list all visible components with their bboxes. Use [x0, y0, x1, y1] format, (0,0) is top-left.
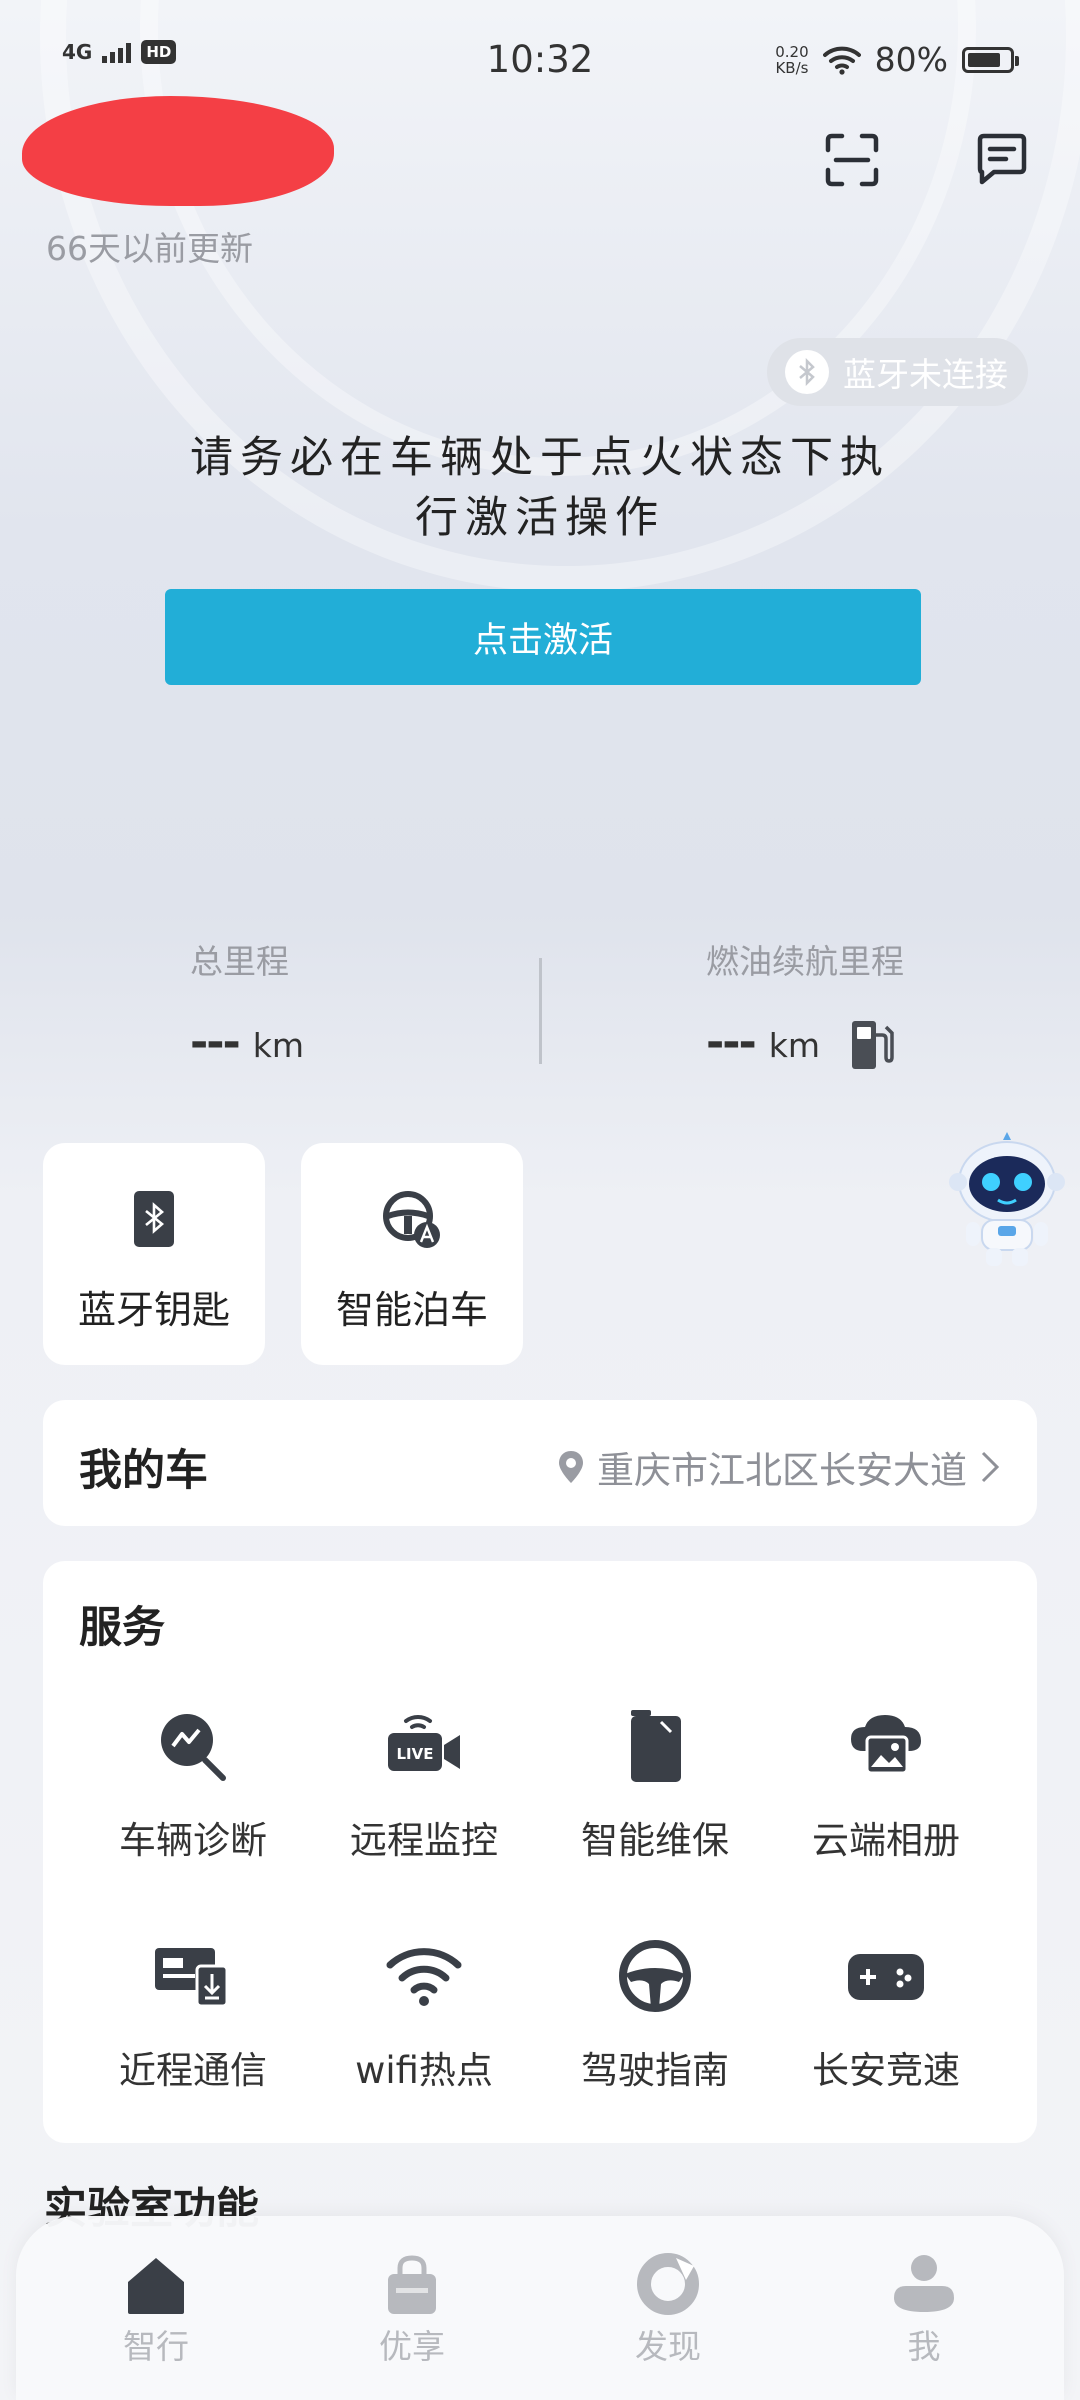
live-camera-icon: LIVE	[386, 1706, 462, 1786]
svg-text:LIVE: LIVE	[397, 1745, 434, 1763]
maintenance-icon	[625, 1706, 685, 1786]
bluetooth-key-icon	[132, 1187, 176, 1251]
activation-message-line2: 行激活操作	[415, 493, 665, 543]
total-mileage-value-row: --- km	[190, 1017, 304, 1068]
total-mileage-label: 总里程	[190, 942, 289, 981]
fuel-pump-icon	[852, 1021, 894, 1069]
total-mileage: 总里程 --- km	[190, 935, 304, 1068]
service-smart-maintenance[interactable]: 智能维保	[540, 1706, 770, 1864]
steering-wheel-icon	[617, 1936, 693, 2016]
update-time: 66天以前更新	[46, 229, 253, 268]
my-car-title: 我的车	[79, 1446, 208, 1496]
profile-icon	[892, 2250, 956, 2316]
nav-enjoy[interactable]: 优享	[332, 2250, 492, 2368]
mileage-divider	[539, 958, 542, 1064]
status-right: 0.20 KB/s 80%	[775, 40, 1019, 79]
service-label: 智能维保	[581, 1819, 729, 1862]
shopping-bag-icon	[384, 2250, 440, 2316]
my-car-card[interactable]: 我的车 重庆市江北区长安大道	[43, 1400, 1037, 1526]
nav-label: 发现	[635, 2327, 701, 2366]
battery-fill	[968, 52, 1000, 67]
services-title: 服务	[79, 1603, 165, 1653]
cloud-album-icon	[847, 1706, 925, 1786]
mileage-panel: 总里程 --- km 燃油续航里程 --- km	[0, 935, 1080, 1075]
battery-percent: 80%	[874, 40, 948, 79]
discover-icon	[636, 2250, 700, 2316]
network-speed: 0.20 KB/s	[775, 44, 808, 76]
redaction-mark	[22, 96, 334, 206]
message-icon[interactable]	[972, 130, 1032, 190]
speed-unit: KB/s	[775, 58, 809, 77]
fuel-range-value-row: --- km	[706, 1017, 904, 1073]
bluetooth-status-badge[interactable]: 蓝牙未连接	[767, 338, 1028, 406]
bottom-navigation: 智行 优享 发现 我	[16, 2216, 1064, 2400]
diagnosis-icon	[155, 1706, 231, 1786]
service-label: 近程通信	[119, 2049, 267, 2092]
service-label: wifi热点	[355, 2049, 493, 2092]
total-mileage-value: ---	[190, 1017, 241, 1068]
bluetooth-key-tile[interactable]: 蓝牙钥匙	[43, 1143, 265, 1365]
service-changan-racing[interactable]: 长安竞速	[771, 1936, 1001, 2094]
service-wifi-hotspot[interactable]: wifi热点	[309, 1936, 539, 2094]
scan-icon[interactable]	[822, 130, 882, 190]
wifi-status-icon	[822, 46, 861, 75]
services-card: 服务 车辆诊断 LIVE 远程监控 智能维保 云端相册 近程通信 wifi热点 …	[43, 1561, 1037, 2143]
steering-wheel-auto-icon	[381, 1187, 443, 1251]
home-icon	[124, 2250, 188, 2316]
service-label: 车辆诊断	[119, 1819, 267, 1862]
smart-parking-tile[interactable]: 智能泊车	[301, 1143, 523, 1365]
nav-me[interactable]: 我	[844, 2250, 1004, 2368]
my-car-location[interactable]: 重庆市江北区长安大道	[557, 1440, 1001, 1494]
fuel-range-unit: km	[768, 1026, 821, 1065]
nav-label: 我	[907, 2327, 941, 2366]
bluetooth-key-label: 蓝牙钥匙	[77, 1288, 230, 1332]
bluetooth-icon	[785, 350, 829, 394]
smart-parking-label: 智能泊车	[335, 1288, 488, 1332]
activation-message: 请务必在车辆处于点火状态下执 行激活操作	[150, 428, 930, 548]
service-label: 云端相册	[812, 1819, 960, 1862]
service-short-range-comm[interactable]: 近程通信	[78, 1936, 308, 2094]
service-label: 远程监控	[350, 1819, 498, 1862]
fuel-range: 燃油续航里程 --- km	[706, 935, 904, 1073]
service-label: 驾驶指南	[581, 2049, 729, 2092]
fuel-range-value: ---	[706, 1017, 757, 1068]
service-cloud-album[interactable]: 云端相册	[771, 1706, 1001, 1864]
total-mileage-unit: km	[252, 1026, 305, 1065]
nav-label: 优享	[379, 2327, 445, 2366]
activation-message-line1: 请务必在车辆处于点火状态下执	[190, 433, 890, 483]
nav-smart-travel[interactable]: 智行	[76, 2250, 236, 2368]
short-range-comm-icon	[153, 1936, 233, 2016]
location-pin-icon	[559, 1451, 583, 1483]
fuel-range-label: 燃油续航里程	[706, 942, 904, 981]
gamepad-icon	[846, 1936, 926, 2016]
my-car-location-text: 重庆市江北区长安大道	[597, 1449, 967, 1492]
robot-assistant-icon[interactable]	[946, 1130, 1068, 1270]
service-driving-guide[interactable]: 驾驶指南	[540, 1936, 770, 2094]
bluetooth-status-text: 蓝牙未连接	[843, 355, 1008, 394]
service-label: 长安竞速	[812, 2049, 960, 2092]
chevron-right-icon	[981, 1451, 1000, 1483]
activate-button[interactable]: 点击激活	[165, 589, 921, 685]
service-remote-monitor[interactable]: LIVE 远程监控	[309, 1706, 539, 1864]
nav-label: 智行	[123, 2327, 189, 2366]
nav-discover[interactable]: 发现	[588, 2250, 748, 2368]
battery-icon	[962, 46, 1019, 73]
wifi-icon	[386, 1936, 462, 2016]
app-screen: 4G HD 10:32 0.20 KB/s 80% 66天以前更新 蓝牙未连接 …	[0, 0, 1080, 2400]
service-vehicle-diagnosis[interactable]: 车辆诊断	[78, 1706, 308, 1864]
speed-value: 0.20	[775, 42, 809, 61]
